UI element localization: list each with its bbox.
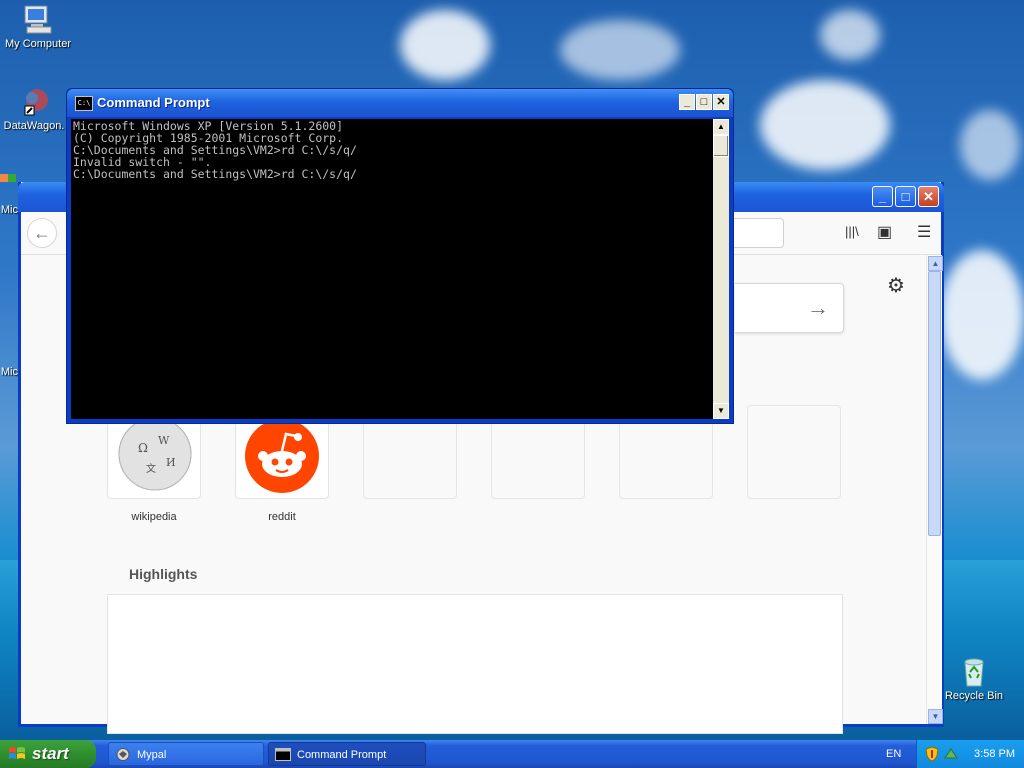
mypal-icon bbox=[116, 748, 130, 761]
cmd-scroll-thumb[interactable] bbox=[713, 135, 729, 157]
svg-text:Ω: Ω bbox=[138, 441, 148, 455]
library-icon[interactable]: |||\ bbox=[845, 224, 859, 239]
url-bar[interactable] bbox=[731, 218, 784, 248]
svg-text:W: W bbox=[158, 434, 170, 447]
desktop-icon-recycle-bin[interactable]: Recycle Bin bbox=[934, 656, 1014, 702]
cmd-console-output[interactable]: Microsoft Windows XP [Version 5.1.2600](… bbox=[71, 119, 713, 419]
cmd-taskbar-icon bbox=[275, 748, 291, 761]
cmd-scrollbar[interactable]: ▲ ▼ bbox=[713, 119, 729, 419]
network-icon[interactable] bbox=[943, 746, 959, 762]
start-button[interactable]: start bbox=[0, 740, 96, 768]
desktop-icon-label: Recycle Bin bbox=[944, 690, 1004, 702]
cmd-title: Command Prompt bbox=[97, 95, 210, 110]
menu-icon[interactable]: ☰ bbox=[917, 222, 931, 242]
top-site-label: wikipedia bbox=[131, 511, 177, 523]
svg-text:И: И bbox=[166, 456, 176, 469]
cmd-scroll-down-icon[interactable]: ▼ bbox=[713, 403, 729, 419]
desktop-icon-datawagon[interactable]: DataWagon. bbox=[0, 86, 74, 132]
taskbar-item-label: Mypal bbox=[137, 749, 167, 761]
desktop-icon-mic-2[interactable]: Mic bbox=[0, 366, 20, 378]
scroll-down-arrow-icon[interactable]: ▼ bbox=[928, 709, 943, 724]
security-shield-icon[interactable] bbox=[925, 746, 939, 762]
datawagon-icon bbox=[17, 86, 51, 118]
cmd-titlebar[interactable]: C:\ Command Prompt _ □ ✕ bbox=[67, 89, 733, 117]
cmd-minimize-button[interactable]: _ bbox=[679, 94, 695, 110]
browser-minimize-button[interactable]: _ bbox=[872, 186, 893, 207]
my-computer-icon bbox=[21, 4, 55, 36]
cmd-maximize-button[interactable]: □ bbox=[696, 94, 712, 110]
top-site-label: reddit bbox=[268, 511, 296, 523]
browser-maximize-button[interactable]: □ bbox=[895, 186, 916, 207]
highlights-title: Highlights bbox=[129, 566, 198, 582]
scroll-thumb[interactable] bbox=[928, 271, 941, 536]
svg-text:文: 文 bbox=[146, 462, 156, 475]
desktop-icon-label: My Computer bbox=[4, 38, 72, 50]
taskbar: start Mypal Command Prompt EN 3:58 PM bbox=[0, 740, 1024, 768]
taskbar-item-mypal[interactable]: Mypal bbox=[108, 742, 264, 766]
search-box[interactable]: → bbox=[735, 283, 844, 333]
desktop-icon-label: DataWagon. bbox=[3, 120, 65, 132]
taskbar-item-command-prompt[interactable]: Command Prompt bbox=[268, 742, 426, 766]
browser-close-button[interactable]: ✕ bbox=[918, 186, 939, 207]
start-label: start bbox=[32, 744, 69, 763]
cmd-scroll-up-icon[interactable]: ▲ bbox=[713, 119, 729, 135]
windows-flag-icon bbox=[9, 747, 25, 759]
desktop-icon-mic-1[interactable]: Mic bbox=[0, 170, 20, 216]
taskbar-item-label: Command Prompt bbox=[297, 749, 387, 761]
system-tray: 3:58 PM bbox=[916, 740, 1024, 768]
office-icon bbox=[0, 170, 20, 202]
language-indicator[interactable]: EN bbox=[886, 740, 901, 768]
search-go-icon[interactable]: → bbox=[807, 295, 829, 321]
browser-scrollbar[interactable]: ▲ ▼ bbox=[926, 255, 943, 724]
top-site-empty[interactable] bbox=[747, 405, 841, 499]
desktop-icon-label: Mic bbox=[0, 366, 18, 378]
recycle-bin-icon bbox=[957, 656, 991, 688]
scroll-up-arrow-icon[interactable]: ▲ bbox=[928, 256, 943, 271]
back-button[interactable]: ← bbox=[27, 218, 57, 248]
sidebar-icon[interactable]: ▣ bbox=[877, 222, 892, 242]
command-prompt-window[interactable]: C:\ Command Prompt _ □ ✕ Microsoft Windo… bbox=[66, 88, 734, 424]
highlights-section bbox=[107, 594, 843, 734]
desktop-icon-my-computer[interactable]: My Computer bbox=[0, 4, 78, 50]
cmd-close-button[interactable]: ✕ bbox=[713, 94, 729, 110]
desktop-icon-label: Mic bbox=[0, 204, 18, 216]
cmd-app-icon: C:\ bbox=[75, 96, 93, 111]
clock[interactable]: 3:58 PM bbox=[974, 740, 1015, 768]
settings-gear-icon[interactable]: ⚙ bbox=[887, 273, 905, 298]
cmd-line: C:\Documents and Settings\VM2>rd C:\/s/q… bbox=[73, 167, 357, 181]
